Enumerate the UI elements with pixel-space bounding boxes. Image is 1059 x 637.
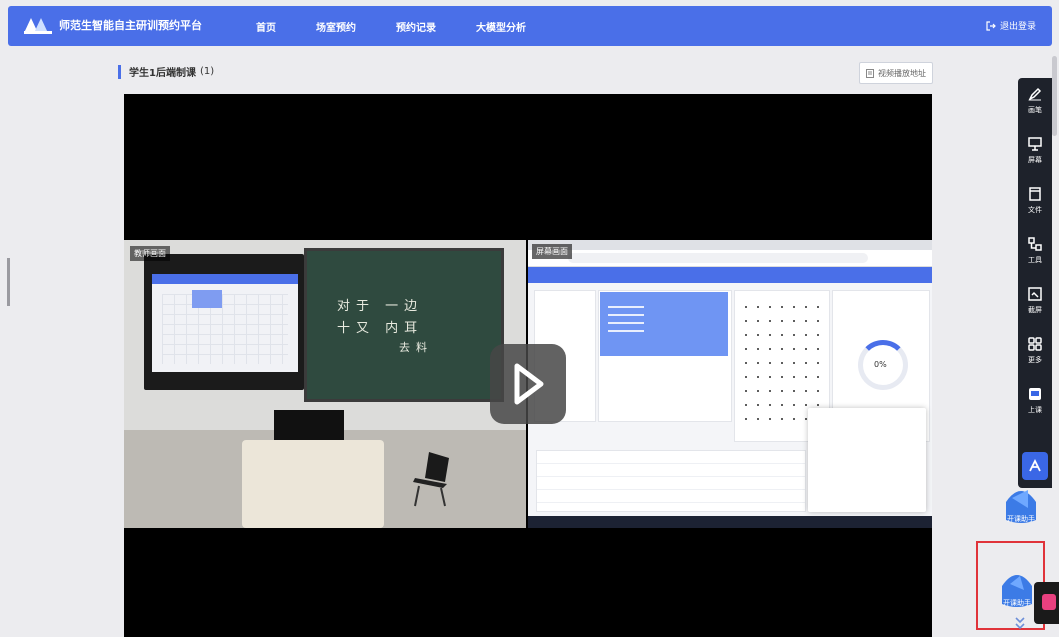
left-side-handle[interactable] <box>7 258 10 306</box>
toolbar-class[interactable]: 上课 <box>1018 386 1052 430</box>
toolbar-pen[interactable]: 画笔 <box>1018 86 1052 130</box>
toolbar-label: 画笔 <box>1028 106 1042 114</box>
screenshot-icon <box>1028 287 1042 301</box>
document-icon <box>866 68 874 78</box>
logout-icon <box>986 20 996 31</box>
display-card <box>192 290 222 308</box>
platform-name: 师范生智能自主研训预约平台 <box>59 19 202 32</box>
widget-icon <box>1042 594 1056 610</box>
board-writing-1: 对于 一边 <box>337 299 424 314</box>
toolbar-screenshot[interactable]: 截屏 <box>1018 286 1052 330</box>
toolbar-label: 上课 <box>1028 406 1042 414</box>
toolbar-label: 文件 <box>1028 206 1042 214</box>
browser-tabs <box>528 240 932 250</box>
class-icon <box>1029 388 1041 400</box>
file-icon <box>1029 187 1041 201</box>
donut-value: 0% <box>874 360 887 369</box>
nav-llm-analysis[interactable]: 大模型分析 <box>476 19 526 34</box>
video-player[interactable]: 对于 一边 十又 内耳 去料 教师画面 0% 屏幕画面 <box>124 94 932 637</box>
top-navigation-bar: 师范生智能自主研训预约平台 首页 场室预约 预约记录 大模型分析 退出登录 <box>8 6 1052 46</box>
toolbar-tools[interactable]: 工具 <box>1018 236 1052 280</box>
welcome-banner <box>600 292 728 356</box>
toolbar-label: 屏幕 <box>1028 156 1042 164</box>
scrollbar-thumb[interactable] <box>1052 56 1057 136</box>
tools-icon <box>1028 237 1042 251</box>
toolbar-label: 更多 <box>1028 356 1042 364</box>
app-logo-icon <box>1029 458 1041 472</box>
banner-text <box>608 306 644 336</box>
display-grid <box>162 294 288 364</box>
chevron-down-icon[interactable] <box>1014 616 1026 630</box>
nav-home[interactable]: 首页 <box>256 19 276 34</box>
section-header: 学生1后端制课 (1) <box>118 64 214 79</box>
os-taskbar <box>528 516 932 528</box>
logout-button[interactable]: 退出登录 <box>986 19 1036 32</box>
page-scrollbar[interactable] <box>1052 48 1057 608</box>
teacher-camera-view: 对于 一边 十又 内耳 去料 教师画面 <box>124 240 526 528</box>
nav-booking-records[interactable]: 预约记录 <box>396 19 436 34</box>
toolbar-file[interactable]: 文件 <box>1018 186 1052 230</box>
browser-address-bar <box>528 250 932 267</box>
board-writing-3: 去料 <box>399 341 433 354</box>
play-button[interactable] <box>490 344 566 424</box>
app-header <box>528 267 932 283</box>
logo[interactable]: 师范生智能自主研训预约平台 <box>22 15 202 35</box>
main-nav: 首页 场室预约 预约记录 大模型分析 <box>256 6 566 46</box>
more-icon <box>1028 337 1042 351</box>
assistant-label-1: 开课助手 <box>1007 515 1035 523</box>
toolbar-label: 工具 <box>1028 256 1042 264</box>
toolbar-screen[interactable]: 屏幕 <box>1018 136 1052 180</box>
pen-icon <box>1028 87 1042 101</box>
right-toolbar: 画笔 屏幕 文件 工具 截屏 更多 上课 <box>1018 78 1052 488</box>
screen-icon <box>1028 137 1042 151</box>
url-field <box>568 253 868 263</box>
booking-table <box>536 450 806 512</box>
nav-room-booking[interactable]: 场室预约 <box>316 19 356 34</box>
display-app-bar <box>152 274 298 284</box>
screen-view-label: 屏幕画面 <box>532 244 572 259</box>
classroom-display <box>144 254 304 390</box>
play-icon <box>514 363 544 405</box>
section-count: (1) <box>199 66 215 77</box>
chalkboard: 对于 一边 十又 内耳 去料 <box>304 248 504 402</box>
video-url-button[interactable]: 视频播放地址 <box>859 62 933 84</box>
toolbar-label: 截屏 <box>1028 306 1042 314</box>
chair <box>413 452 449 507</box>
logout-label: 退出登录 <box>999 22 1036 32</box>
toolbar-more[interactable]: 更多 <box>1018 336 1052 380</box>
pink-widget-button[interactable] <box>1034 582 1059 624</box>
screen-capture-view: 0% 屏幕画面 <box>528 240 932 528</box>
logo-icon <box>24 18 52 34</box>
video-url-label: 视频播放地址 <box>878 68 926 78</box>
booking-dialog <box>808 408 926 512</box>
section-title: 学生1后端制课 <box>129 68 196 79</box>
title-accent-bar <box>118 64 121 79</box>
display-screen <box>152 274 298 372</box>
class-assistant-button-1[interactable]: 开课助手 <box>998 476 1044 528</box>
board-writing-2: 十又 内耳 <box>337 321 424 336</box>
lectern <box>242 440 384 528</box>
teacher-view-label: 教师画面 <box>130 246 170 261</box>
